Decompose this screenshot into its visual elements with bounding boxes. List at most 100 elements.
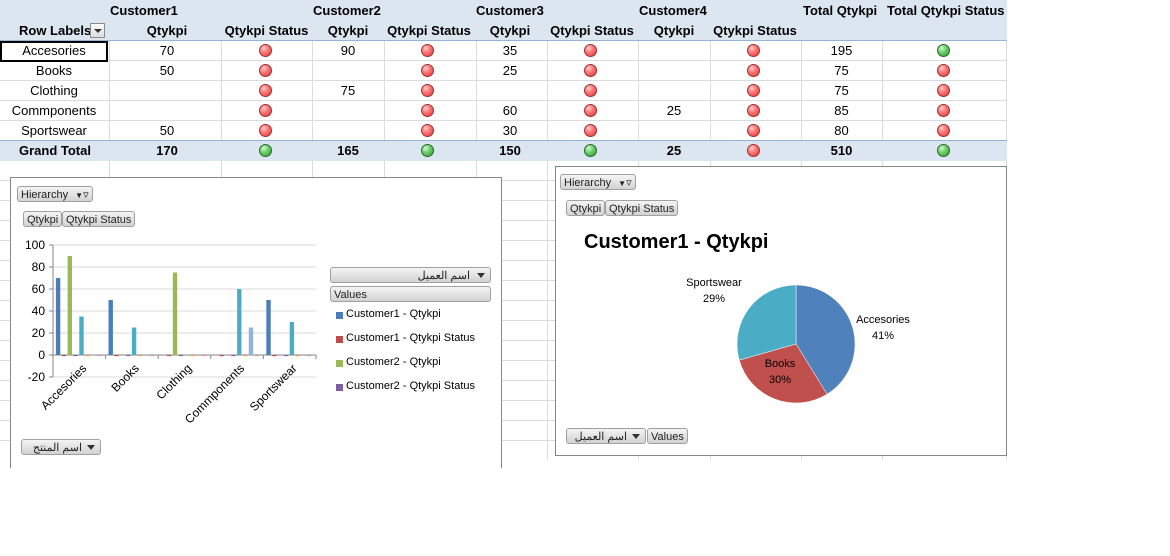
qty-cell[interactable]: 35 (477, 41, 543, 61)
bar (96, 355, 102, 357)
qty-cell[interactable]: 165 (315, 141, 381, 161)
total-qty-cell[interactable]: 195 (801, 41, 882, 61)
legend-field-button[interactable]: اسم العميل (330, 267, 491, 283)
pie-slice-label: Sportswear (686, 277, 742, 289)
legend-label: Customer2 - Qtykpi (346, 356, 441, 368)
status-green-icon (421, 144, 434, 157)
status-green-icon (937, 144, 950, 157)
qty-cell[interactable]: 50 (112, 61, 222, 81)
total-qty-cell[interactable]: 80 (801, 121, 882, 141)
bar-chart-panel[interactable]: Hierarchy ▼▿ Qtykpi Qtykpi Status 100 80 6… (10, 177, 502, 468)
pie-slice-percent: 41% (872, 330, 894, 342)
qty-cell[interactable] (315, 121, 381, 141)
pie-chart-panel[interactable]: Hierarchy ▼▿ Qtykpi Qtykpi Status Custom… (555, 166, 1007, 456)
chevron-down-icon: ▼ (75, 191, 84, 200)
legend-values-button[interactable]: Values (330, 286, 491, 302)
status-green-icon (259, 144, 272, 157)
total-qty-header[interactable]: Total Qtykpi (803, 1, 877, 21)
value-button-qtykpi-status[interactable]: Qtykpi Status (62, 211, 136, 227)
row-labels-filter-button[interactable] (90, 23, 105, 38)
qty-cell[interactable] (641, 61, 707, 81)
bar (131, 327, 137, 355)
row-label[interactable]: Commponents (0, 101, 108, 121)
qty-cell[interactable] (315, 101, 381, 121)
axis-field-label: اسم المنتج (32, 442, 82, 454)
pie-bottom-values-button[interactable]: Values (647, 428, 688, 444)
axis-field-button[interactable]: اسم المنتج (21, 439, 101, 455)
status-red-icon (421, 44, 434, 57)
qty-cell[interactable]: 150 (477, 141, 543, 161)
customer-header-3[interactable]: Customer3 (476, 1, 544, 21)
total-qty-cell[interactable]: 75 (801, 81, 882, 101)
pie-value-button-qtykpi[interactable]: Qtykpi (566, 200, 606, 216)
pie-hierarchy-field-button[interactable]: Hierarchy ▼▿ (560, 174, 636, 190)
qty-cell[interactable] (112, 81, 222, 101)
bar (166, 355, 172, 357)
pie-bottom-field-button[interactable]: اسم العميل (566, 428, 646, 444)
hierarchy-field-button[interactable]: Hierarchy ▼▿ (17, 186, 93, 202)
row-label[interactable]: Books (0, 61, 108, 81)
qty-cell[interactable] (641, 121, 707, 141)
qty-cell[interactable]: 30 (477, 121, 543, 141)
bar (283, 355, 289, 357)
qty-cell[interactable] (315, 61, 381, 81)
qty-cell[interactable] (641, 81, 707, 101)
customer-header-1[interactable]: Customer1 (110, 1, 178, 21)
y-tick-label: -20 (28, 370, 46, 384)
status-red-icon (747, 124, 760, 137)
bar (137, 355, 143, 357)
status-green-icon (584, 144, 597, 157)
qty-cell[interactable]: 60 (477, 101, 543, 121)
status-red-icon (584, 84, 597, 97)
total-status-header[interactable]: Total Qtykpi Status (887, 1, 1005, 21)
total-qty-cell[interactable]: 85 (801, 101, 882, 121)
value-button-qtykpi[interactable]: Qtykpi (23, 211, 63, 227)
bar (79, 316, 84, 355)
qty-cell[interactable] (477, 81, 543, 101)
qty-cell[interactable]: 170 (112, 141, 222, 161)
customer-header-4[interactable]: Customer4 (639, 1, 707, 21)
qty-cell[interactable] (641, 41, 707, 61)
status-red-icon (747, 104, 760, 117)
legend-swatch (336, 360, 343, 367)
chevron-down-icon (477, 273, 485, 278)
status-header-3: Qtykpi Status (550, 23, 634, 38)
pie-slice-percent: 29% (703, 293, 725, 305)
qty-cell[interactable]: 50 (112, 121, 222, 141)
status-red-icon (747, 44, 760, 57)
bar (242, 355, 248, 357)
total-qty-cell[interactable]: 75 (801, 61, 882, 81)
qty-cell[interactable]: 75 (315, 81, 381, 101)
status-red-icon (584, 64, 597, 77)
filter-icon: ▿ (626, 177, 632, 189)
y-tick-label: 80 (32, 260, 46, 274)
qty-header-2: Qtykpi (327, 23, 369, 38)
total-qty-cell[interactable]: 510 (801, 141, 882, 161)
bar (219, 355, 224, 357)
row-label[interactable]: Sportswear (0, 121, 108, 141)
chevron-down-icon: ▼ (618, 179, 627, 188)
bar (67, 256, 72, 355)
x-category-label: Sportswear (247, 361, 300, 414)
row-label[interactable]: Clothing (0, 81, 108, 101)
pie-value-button-qtykpi-status[interactable]: Qtykpi Status (605, 200, 679, 216)
qty-cell[interactable]: 25 (641, 141, 707, 161)
y-tick-label: 20 (32, 326, 46, 340)
hierarchy-label: Hierarchy (21, 189, 69, 201)
status-red-icon (259, 84, 272, 97)
qty-cell[interactable]: 25 (641, 101, 707, 121)
customer-header-2[interactable]: Customer2 (313, 1, 381, 21)
legend-label: Customer1 - Qtykpi (346, 308, 441, 320)
qty-cell[interactable]: 25 (477, 61, 543, 81)
bar (108, 300, 113, 355)
qty-cell[interactable] (112, 101, 222, 121)
bar (85, 355, 90, 357)
active-cell[interactable] (0, 41, 108, 62)
row-labels-header[interactable]: Row Labels (19, 21, 91, 41)
qty-cell[interactable]: 70 (112, 41, 222, 61)
pie-chart: Accesories 41% Books 30% Sportswear 29% (686, 277, 910, 404)
grand-total-label[interactable]: Grand Total (19, 141, 91, 161)
bar (149, 355, 154, 357)
bar (202, 355, 207, 357)
qty-cell[interactable]: 90 (315, 41, 381, 61)
